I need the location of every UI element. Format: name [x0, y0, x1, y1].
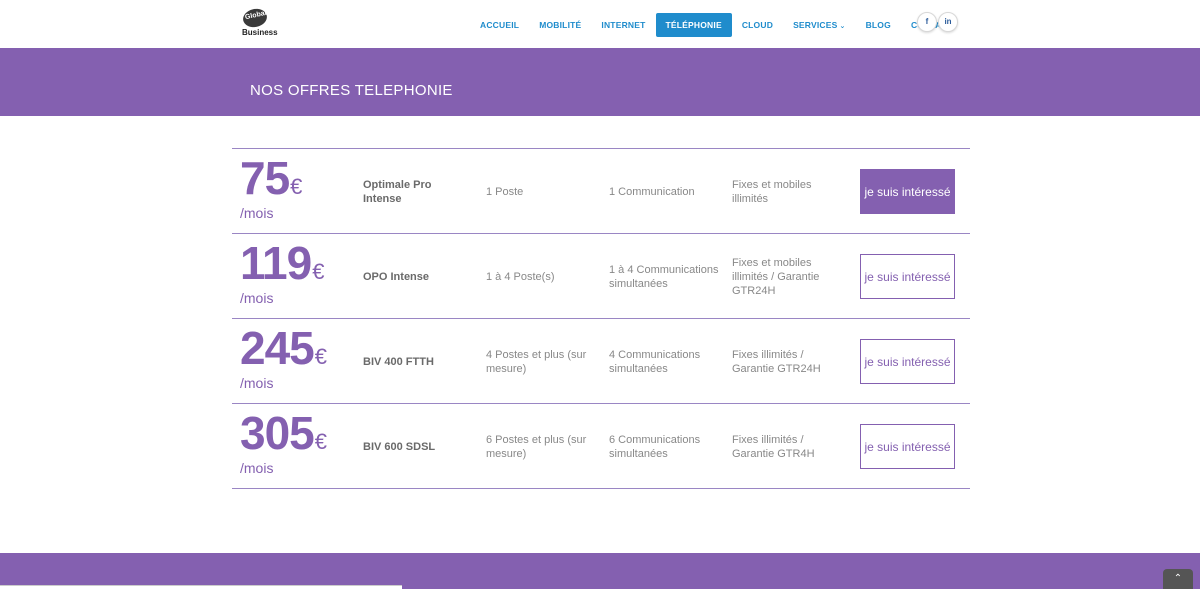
price-period: /mois — [240, 290, 274, 306]
offer-price: 75€ — [240, 155, 302, 201]
offer-postes-cell: 1 à 4 Poste(s) — [486, 234, 596, 319]
offer-postes-cell: 4 Postes et plus (sur mesure) — [486, 319, 596, 404]
price-value: 305 — [240, 407, 315, 459]
offer-communications-cell: 1 Communication — [609, 149, 719, 234]
nav-item-blog[interactable]: BLOG — [856, 13, 901, 37]
offer-communications: 4 Communications simultanées — [609, 348, 701, 375]
offer-name-cell: Optimale Pro Intense — [363, 149, 463, 234]
linkedin-icon[interactable]: in — [938, 12, 958, 32]
offer-fixes-cell: Fixes illimités / Garantie GTR4H — [732, 404, 842, 489]
price-currency: € — [314, 344, 327, 369]
offer-communications-cell: 4 Communications simultanées — [609, 319, 719, 404]
offer-fixes-cell: Fixes illimités / Garantie GTR24H — [732, 319, 842, 404]
nav-item-internet[interactable]: INTERNET — [591, 13, 655, 37]
price-period: /mois — [240, 460, 274, 476]
offer-price: 305€ — [240, 410, 327, 456]
price-value: 75 — [240, 152, 290, 204]
site-logo[interactable]: Global Business — [240, 6, 278, 39]
offer-row: 75€ /mois Optimale Pro Intense 1 Poste 1… — [232, 149, 970, 234]
offer-row: 245€ /mois BIV 400 FTTH 4 Postes et plus… — [232, 319, 970, 404]
offer-name-cell: BIV 600 SDSL — [363, 404, 463, 489]
offer-price: 245€ — [240, 325, 327, 371]
price-value: 119 — [240, 237, 312, 289]
offer-communications: 1 Communication — [609, 185, 695, 198]
offer-postes-cell: 6 Postes et plus (sur mesure) — [486, 404, 596, 489]
facebook-icon[interactable]: f — [917, 12, 937, 32]
offer-fixes: Fixes et mobiles illimités — [732, 178, 812, 205]
offer-postes: 4 Postes et plus (sur mesure) — [486, 348, 587, 375]
price-period: /mois — [240, 375, 274, 391]
price-currency: € — [314, 429, 327, 454]
offer-name: BIV 400 FTTH — [363, 355, 434, 368]
offer-name: BIV 600 SDSL — [363, 440, 436, 453]
offer-name: OPO Intense — [363, 270, 430, 283]
nav-item-accueil[interactable]: ACCUEIL — [470, 13, 529, 37]
offer-communications-cell: 1 à 4 Communications simultanées — [609, 234, 719, 319]
offer-postes: 1 Poste — [486, 185, 524, 198]
offer-name-cell: OPO Intense — [363, 234, 463, 319]
offer-fixes-cell: Fixes et mobiles illimités — [732, 149, 842, 234]
nav-item-mobilite[interactable]: MOBILITÉ — [529, 13, 591, 37]
offer-row: 305€ /mois BIV 600 SDSL 6 Postes et plus… — [232, 404, 970, 489]
offer-fixes: Fixes illimités / Garantie GTR4H — [732, 433, 815, 460]
offer-price: 119€ — [240, 240, 324, 286]
page-banner: NOS OFFRES TELEPHONIE — [0, 48, 1200, 116]
nav-item-services[interactable]: SERVICES ⌄ — [783, 13, 856, 37]
offer-row: 119€ /mois OPO Intense 1 à 4 Poste(s) 1 … — [232, 234, 970, 319]
price-currency: € — [312, 259, 325, 284]
offer-communications-cell: 6 Communications simultanées — [609, 404, 719, 489]
interested-button[interactable]: je suis intéressé — [860, 254, 955, 299]
offer-postes: 6 Postes et plus (sur mesure) — [486, 433, 587, 460]
interested-button[interactable]: je suis intéressé — [860, 339, 955, 384]
main-nav: ACCUEIL MOBILITÉ INTERNET TÉLÉPHONIE CLO… — [470, 13, 963, 37]
interested-button[interactable]: je suis intéressé — [860, 169, 955, 214]
offer-name: Optimale Pro Intense — [363, 178, 432, 205]
site-header: Global Business ACCUEIL MOBILITÉ INTERNE… — [0, 0, 1200, 48]
offer-postes-cell: 1 Poste — [486, 149, 596, 234]
scroll-to-top-button[interactable]: ⌃ — [1163, 569, 1193, 589]
nav-item-telephonie[interactable]: TÉLÉPHONIE — [655, 13, 732, 37]
footer-divider — [0, 585, 402, 589]
offer-fixes: Fixes et mobiles illimités / Garantie GT… — [732, 256, 820, 297]
price-value: 245 — [240, 322, 315, 374]
offer-communications: 1 à 4 Communications simultanées — [609, 263, 719, 290]
logo-line2: Business — [242, 28, 278, 37]
offer-postes: 1 à 4 Poste(s) — [486, 270, 555, 283]
page-title: NOS OFFRES TELEPHONIE — [250, 82, 453, 99]
footer-strip: ⌃ — [0, 553, 1200, 589]
chevron-up-icon: ⌃ — [1173, 573, 1183, 584]
interested-button[interactable]: je suis intéressé — [860, 424, 955, 469]
nav-item-cloud[interactable]: CLOUD — [732, 13, 783, 37]
price-period: /mois — [240, 205, 274, 221]
chevron-down-icon: ⌄ — [839, 23, 846, 30]
price-currency: € — [290, 174, 303, 199]
offer-name-cell: BIV 400 FTTH — [363, 319, 463, 404]
offer-fixes-cell: Fixes et mobiles illimités / Garantie GT… — [732, 234, 842, 319]
nav-item-services-label: SERVICES — [793, 20, 838, 30]
offer-communications: 6 Communications simultanées — [609, 433, 701, 460]
offers-table: 75€ /mois Optimale Pro Intense 1 Poste 1… — [232, 148, 970, 489]
offer-fixes: Fixes illimités / Garantie GTR24H — [732, 348, 821, 375]
